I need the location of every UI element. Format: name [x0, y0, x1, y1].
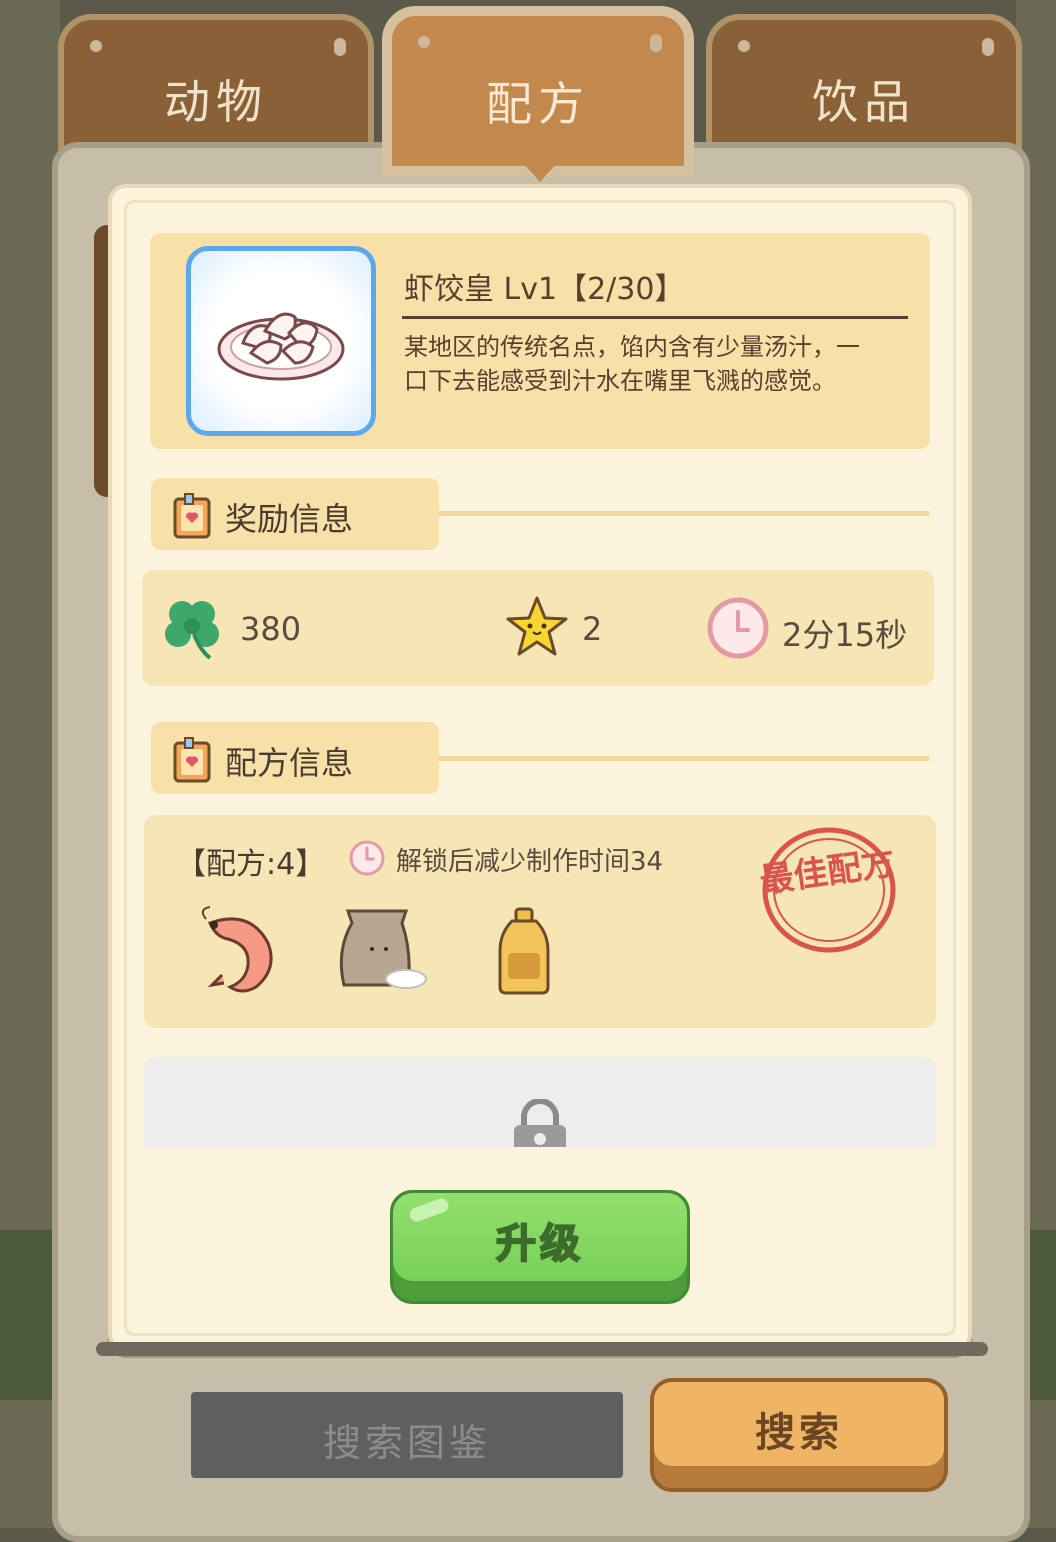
- active-tab-pointer: [524, 164, 556, 182]
- bottom-divider: [96, 1342, 988, 1356]
- upgrade-button[interactable]: 升级: [390, 1190, 690, 1304]
- item-image: [186, 246, 376, 436]
- tab-decoration: [90, 40, 102, 52]
- tab-recipe-label: 配方: [486, 77, 590, 131]
- clover-reward-value: 380: [240, 610, 302, 648]
- clover-icon: [165, 601, 219, 660]
- locked-recipe-slot: [144, 1057, 936, 1147]
- flour-bag-icon: [339, 909, 427, 989]
- star-reward-value: 2: [582, 610, 603, 648]
- tab-decoration: [418, 36, 430, 48]
- upgrade-button-label: 升级: [495, 1220, 584, 1268]
- item-divider: [402, 316, 908, 319]
- recipe-book-icon: [173, 493, 211, 539]
- tab-decoration: [982, 38, 994, 56]
- clock-icon: [707, 597, 769, 659]
- tab-drinks-label: 饮品: [812, 75, 916, 129]
- recipe-book-icon: [173, 737, 211, 783]
- time-reward-value: 2分15秒: [782, 616, 908, 654]
- oil-bottle-icon: [498, 907, 550, 995]
- recipe-count: 【配方:4】: [176, 847, 326, 882]
- best-recipe-stamp: 最佳配方: [757, 827, 898, 953]
- tab-animals-label: 动物: [164, 75, 268, 129]
- tab-recipe[interactable]: 配方: [382, 6, 694, 176]
- section-divider: [439, 511, 929, 516]
- clock-icon: [349, 840, 385, 876]
- tab-decoration: [334, 38, 346, 56]
- search-button-label: 搜索: [755, 1410, 843, 1456]
- tab-decoration: [650, 34, 662, 52]
- rewards-section-header: 奖励信息: [151, 478, 439, 550]
- recipe-section-title: 配方信息: [225, 744, 354, 782]
- recipe-section-header: 配方信息: [151, 722, 439, 794]
- item-description: 某地区的传统名点，馅内含有少量汤汁，一口下去能感受到汁水在嘴里飞溅的感觉。: [404, 333, 860, 395]
- rewards-section-title: 奖励信息: [225, 500, 354, 538]
- rewards-row: 380 2 2分15秒: [142, 570, 934, 686]
- search-button[interactable]: 搜索: [650, 1378, 948, 1492]
- lock-icon: [514, 1099, 566, 1147]
- shrimp-icon: [201, 906, 273, 993]
- recipe-box: 【配方:4】 解锁后减少制作时间34 最佳配方: [144, 815, 936, 1028]
- search-atlas-input[interactable]: 搜索图鉴: [191, 1392, 623, 1478]
- shrimp-dumplings-icon: [217, 312, 345, 381]
- item-name: 虾饺皇 Lv1【2/30】: [404, 272, 685, 307]
- search-atlas-label: 搜索图鉴: [322, 1421, 491, 1465]
- section-divider: [439, 756, 929, 761]
- tab-decoration: [738, 40, 750, 52]
- recipe-unlock-hint: 解锁后减少制作时间34: [396, 847, 664, 877]
- star-icon: [506, 596, 568, 656]
